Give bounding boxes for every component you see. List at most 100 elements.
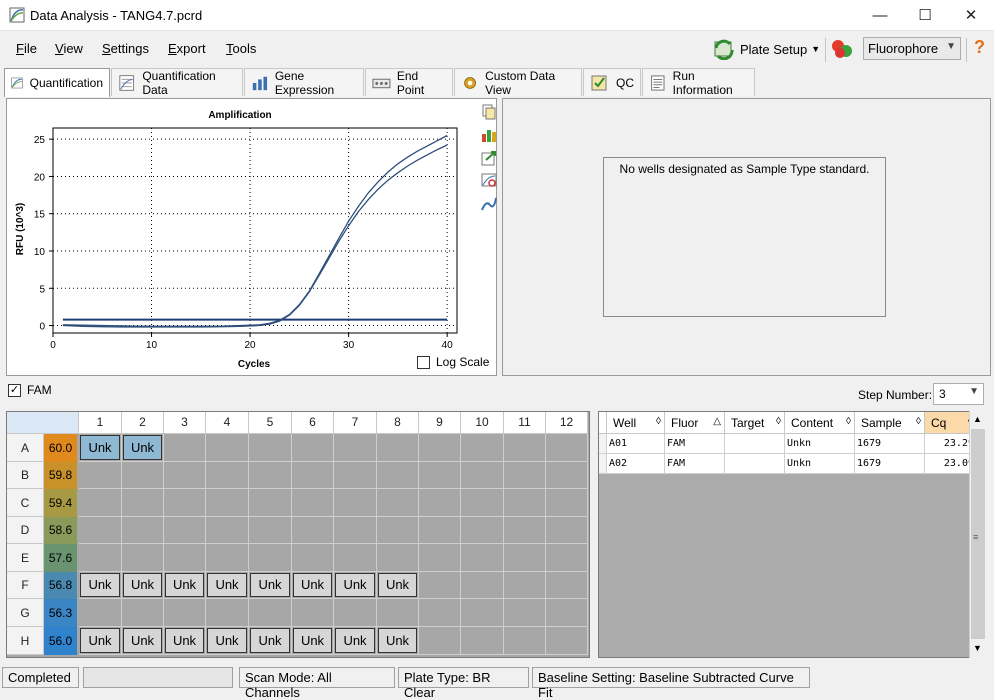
column-header-8[interactable]: 8 (377, 412, 419, 434)
sort-icon[interactable]: △ (713, 416, 721, 427)
plate-setup-button[interactable]: Plate Setup ▼ (712, 37, 820, 61)
column-header-target[interactable]: Target ◊ (725, 412, 785, 434)
plate-well[interactable] (206, 599, 249, 627)
plate-well[interactable] (504, 627, 546, 655)
plate-well[interactable] (504, 544, 546, 572)
well-F8[interactable]: Unk (378, 573, 417, 597)
plate-well[interactable] (206, 462, 249, 489)
plate-well[interactable] (164, 517, 206, 544)
scroll-up-icon[interactable]: ▲ (973, 414, 982, 424)
plate-well[interactable] (546, 599, 588, 627)
table-cell-target[interactable] (725, 454, 785, 474)
plate-well[interactable] (504, 599, 546, 627)
copy-icon[interactable] (481, 104, 497, 120)
tab-quantification-data[interactable]: Quantification Data (111, 68, 243, 97)
sort-icon[interactable]: ◊ (656, 416, 661, 427)
step-number-select[interactable]: 3 ▼ (933, 383, 984, 405)
row-selector[interactable] (599, 434, 607, 454)
plate-well[interactable] (206, 489, 249, 517)
plate-well[interactable] (292, 462, 334, 489)
table-cell-well[interactable]: A01 (607, 434, 665, 454)
sort-icon[interactable]: ◊ (916, 416, 921, 427)
log-scale-checkbox[interactable] (417, 355, 430, 369)
tab-custom-data-view[interactable]: Custom Data View (454, 68, 582, 97)
plate-well[interactable] (546, 462, 588, 489)
well-F6[interactable]: Unk (293, 573, 332, 597)
plate-well[interactable] (206, 517, 249, 544)
column-header-1[interactable]: 1 (79, 412, 122, 434)
well-F4[interactable]: Unk (207, 573, 247, 597)
plate-well[interactable] (546, 434, 588, 462)
plate-well[interactable] (461, 599, 504, 627)
plate-well[interactable] (164, 544, 206, 572)
plate-well[interactable] (461, 627, 504, 655)
table-cell-content[interactable]: Unkn (785, 434, 855, 454)
tab-end-point[interactable]: End Point (365, 68, 453, 97)
well-F7[interactable]: Unk (335, 573, 375, 597)
tab-qc[interactable]: QC (583, 68, 641, 96)
plate-well[interactable] (249, 489, 292, 517)
plate-well[interactable] (377, 434, 419, 462)
plate-well[interactable] (122, 599, 164, 627)
plate-well[interactable] (249, 544, 292, 572)
plate-well[interactable] (164, 462, 206, 489)
plate-well[interactable] (377, 544, 419, 572)
plate-well[interactable] (377, 517, 419, 544)
plate-well[interactable] (292, 434, 334, 462)
plate-well[interactable] (546, 544, 588, 572)
column-header-9[interactable]: 9 (419, 412, 461, 434)
help-icon[interactable]: ? (974, 37, 985, 58)
row-selector[interactable] (599, 454, 607, 474)
column-header-6[interactable]: 6 (292, 412, 334, 434)
plate-well[interactable] (504, 572, 546, 599)
curve-icon[interactable] (481, 196, 497, 212)
plate-well[interactable] (377, 599, 419, 627)
plate-well[interactable] (334, 599, 377, 627)
plate-well[interactable] (164, 489, 206, 517)
scroll-down-icon[interactable]: ▼ (973, 643, 982, 653)
well-H1[interactable]: Unk (80, 628, 120, 653)
plate-well[interactable] (419, 544, 461, 572)
plate-well[interactable] (79, 489, 122, 517)
well-H3[interactable]: Unk (165, 628, 204, 653)
plate-well[interactable] (79, 544, 122, 572)
table-cell-sample[interactable]: 1679 (855, 454, 925, 474)
column-header-sample[interactable]: Sample ◊ (855, 412, 925, 434)
well-F3[interactable]: Unk (165, 573, 204, 597)
well-H7[interactable]: Unk (335, 628, 375, 653)
plate-well[interactable] (206, 544, 249, 572)
row-header-A[interactable]: A (7, 434, 44, 462)
plate-well[interactable] (334, 462, 377, 489)
sort-icon[interactable]: ◊ (846, 416, 851, 427)
plate-well[interactable] (461, 462, 504, 489)
menu-tools[interactable]: Tools (226, 41, 256, 56)
plate-well[interactable] (249, 462, 292, 489)
chart-settings-icon[interactable] (481, 127, 497, 143)
plate-well[interactable] (334, 544, 377, 572)
menu-settings[interactable]: Settings (102, 41, 149, 56)
plate-well[interactable] (504, 517, 546, 544)
plate-well[interactable] (461, 572, 504, 599)
table-cell-content[interactable]: Unkn (785, 454, 855, 474)
plate-well[interactable] (79, 517, 122, 544)
column-header-content[interactable]: Content ◊ (785, 412, 855, 434)
plate-well[interactable] (334, 434, 377, 462)
tab-quantification[interactable]: Quantification (4, 68, 110, 97)
table-cell-fluor[interactable]: FAM (665, 454, 725, 474)
column-header-5[interactable]: 5 (249, 412, 292, 434)
plate-well[interactable] (546, 627, 588, 655)
menu-file[interactable]: File (16, 41, 37, 56)
vertical-scrollbar[interactable]: ▲ ≡ ▼ (969, 411, 986, 658)
zoom-chart-icon[interactable] (481, 173, 497, 189)
plate-well[interactable] (419, 434, 461, 462)
plate-well[interactable] (546, 517, 588, 544)
well-F1[interactable]: Unk (80, 573, 120, 597)
row-header-H[interactable]: H (7, 627, 44, 655)
plate-well[interactable] (292, 517, 334, 544)
plate-well[interactable] (504, 462, 546, 489)
plate-well[interactable] (249, 517, 292, 544)
row-header-C[interactable]: C (7, 489, 44, 517)
plate-well[interactable] (292, 544, 334, 572)
plate-well[interactable] (461, 489, 504, 517)
plate-well[interactable] (419, 599, 461, 627)
